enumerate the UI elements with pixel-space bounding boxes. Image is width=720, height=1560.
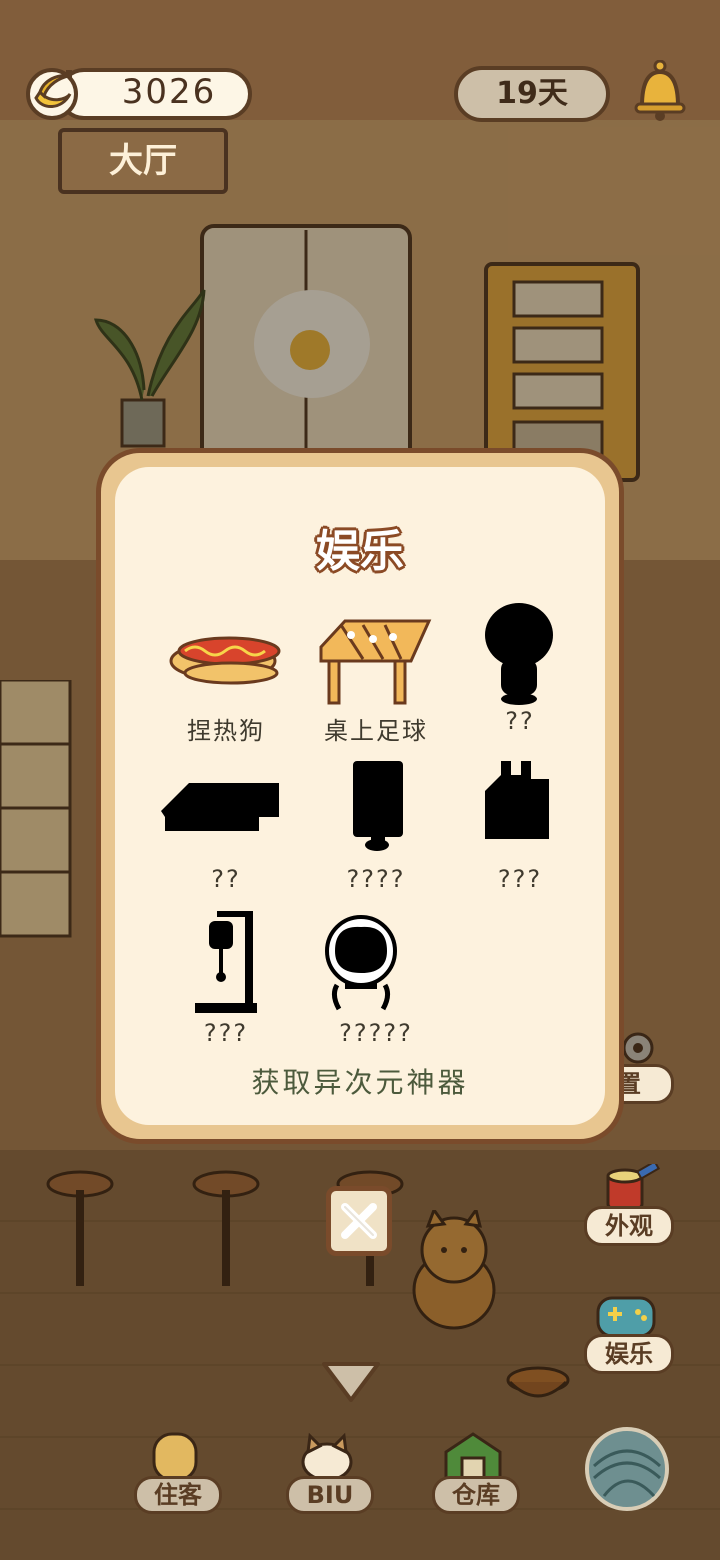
nav-biu-label: BIU (286, 1476, 374, 1514)
item-foosball[interactable]: 桌上足球 (301, 603, 451, 745)
item-name: ?? (505, 707, 535, 735)
item-locked[interactable]: ??? (445, 757, 595, 897)
days-counter: 19天 (454, 66, 610, 122)
warehouse-icon (444, 1432, 502, 1482)
item-locked[interactable]: ???? (301, 757, 451, 897)
foosball-table-icon (301, 603, 451, 711)
nav-guests-label: 住客 (134, 1476, 222, 1514)
item-name: ??? (497, 865, 543, 893)
nav-biu[interactable]: BIU (286, 1426, 374, 1514)
item-name: ???? (346, 865, 406, 893)
guest-icon (152, 1432, 198, 1482)
gamepad-icon (596, 1296, 656, 1338)
nav-guests[interactable]: 住客 (134, 1426, 222, 1514)
days-label: 19天 (496, 76, 568, 111)
yarn-ball-icon (585, 1427, 669, 1511)
locked-silhouette-icon (445, 757, 595, 865)
hotdog-toy-icon (151, 603, 301, 711)
item-name: 捏热狗 (187, 717, 265, 745)
bell-icon[interactable] (632, 60, 688, 124)
modal-title: 娱乐 (316, 526, 404, 577)
item-locked[interactable]: ?? (445, 599, 595, 739)
close-icon (341, 1203, 377, 1239)
item-hotdog[interactable]: 捏热狗 (151, 603, 301, 745)
modal-panel: 娱乐 捏热狗 桌上足球 ?? ?? ???? ??? ??? ????? 获取异… (115, 467, 605, 1125)
locked-silhouette-icon (301, 757, 451, 865)
collapse-arrow-icon[interactable] (320, 1360, 382, 1404)
room-name: 大厅 (109, 141, 177, 181)
item-name: 桌上足球 (324, 717, 428, 745)
locked-silhouette-icon (445, 599, 595, 707)
locked-silhouette-icon (301, 911, 451, 1019)
obtain-artifact-link[interactable]: 获取异次元神器 (115, 1061, 605, 1101)
entertainment-button[interactable]: 娱乐 (584, 1290, 674, 1374)
item-name: ?? (211, 865, 241, 893)
cat-face-icon (301, 1432, 353, 1482)
currency-counter: 3026 (24, 64, 252, 120)
banana-icon (24, 64, 80, 120)
item-name: ??? (203, 1019, 249, 1047)
currency-value: 3026 (121, 72, 217, 112)
room-name-sign: 大厅 (58, 128, 228, 194)
appearance-button[interactable]: 外观 (584, 1162, 674, 1246)
nav-warehouse-label: 仓库 (432, 1476, 520, 1514)
nav-warehouse[interactable]: 仓库 (432, 1426, 520, 1514)
item-locked[interactable]: ????? (301, 911, 451, 1051)
item-locked[interactable]: ?? (151, 757, 301, 897)
locked-silhouette-icon (151, 911, 301, 1019)
close-button[interactable] (326, 1186, 392, 1256)
entertainment-label: 娱乐 (584, 1334, 674, 1374)
item-locked[interactable]: ??? (151, 911, 301, 1051)
item-name: ????? (339, 1019, 413, 1047)
yarn-ball-button[interactable] (584, 1426, 670, 1512)
entertainment-modal: 娱乐 捏热狗 桌上足球 ?? ?? ???? ??? ??? ????? 获取异… (96, 448, 624, 1144)
appearance-label: 外观 (584, 1206, 674, 1246)
locked-silhouette-icon (151, 757, 301, 865)
